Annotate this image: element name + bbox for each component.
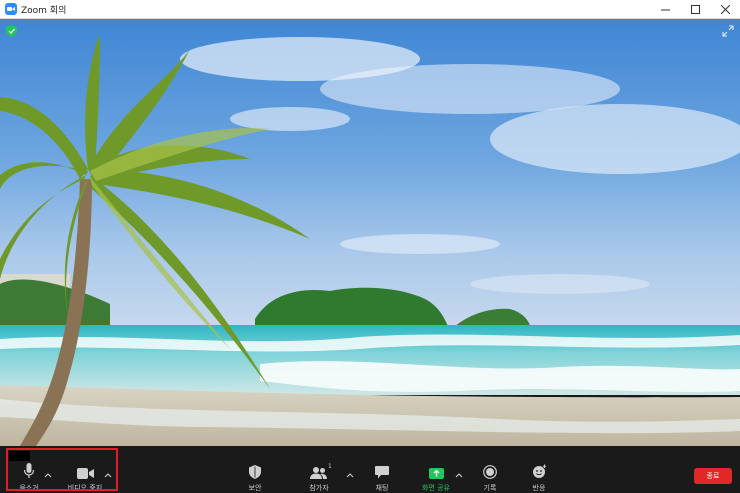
title-bar: Zoom 회의 — [0, 0, 740, 19]
share-options-chevron-up-icon[interactable] — [455, 463, 463, 478]
video-view — [0, 19, 740, 446]
expand-icon[interactable] — [722, 25, 734, 37]
encryption-shield-icon[interactable] — [6, 25, 17, 37]
close-icon[interactable] — [710, 0, 740, 19]
window-title: Zoom 회의 — [21, 5, 67, 16]
participants-label: 참가자 — [309, 484, 329, 492]
share-screen-icon — [428, 462, 444, 479]
record-label: 기록 — [483, 484, 497, 492]
reaction-icon — [532, 462, 547, 479]
security-label: 보안 — [248, 484, 262, 492]
chat-label: 채팅 — [375, 484, 389, 492]
chat-icon — [375, 462, 389, 479]
share-screen-label: 화면 공유 — [422, 484, 450, 492]
record-icon — [483, 462, 497, 479]
record-button[interactable]: 기록 — [477, 446, 503, 493]
redacted-area — [9, 451, 30, 461]
reactions-button[interactable]: 반응 — [525, 446, 553, 493]
zoom-app-icon — [5, 3, 17, 15]
security-button[interactable]: 보안 — [240, 446, 270, 493]
participants-count: 1 — [328, 463, 332, 470]
participants-icon — [310, 462, 328, 479]
end-meeting-button[interactable]: 종료 — [694, 468, 732, 484]
participants-options-chevron-up-icon[interactable] — [346, 463, 354, 478]
share-screen-button[interactable]: 화면 공유 — [418, 446, 454, 493]
reactions-label: 반응 — [532, 484, 546, 492]
minimize-icon[interactable] — [650, 0, 680, 19]
chat-button[interactable]: 채팅 — [368, 446, 396, 493]
maximize-icon[interactable] — [680, 0, 710, 19]
shield-icon — [249, 462, 261, 479]
beach-video-image — [0, 19, 740, 446]
